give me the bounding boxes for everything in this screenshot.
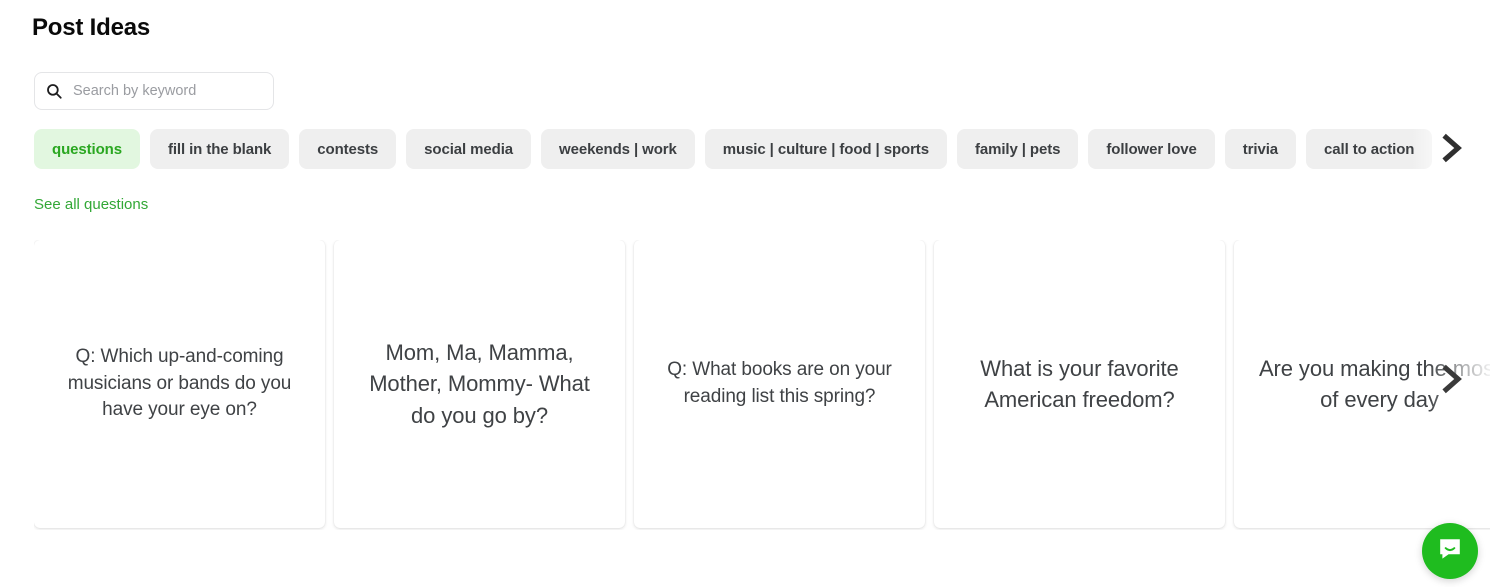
search-icon (45, 82, 73, 100)
search-box[interactable] (34, 72, 274, 110)
post-idea-cards-row[interactable]: Q: Which up-and-coming musicians or band… (34, 240, 1490, 530)
page-title: Post Ideas (32, 14, 151, 41)
filter-chip[interactable]: contests (299, 129, 397, 169)
post-idea-card-text: Q: Which up-and-coming musicians or band… (67, 345, 292, 421)
filter-chip[interactable]: music | culture | food | sports (704, 129, 947, 169)
chat-launcher-button[interactable] (1422, 523, 1478, 579)
post-idea-card[interactable]: Q: Which up-and-coming musicians or band… (34, 240, 325, 528)
filter-chips-row[interactable]: questions fill in the blank contests social… (34, 128, 1490, 170)
post-idea-card[interactable]: What is your favorite American freedom? (934, 240, 1225, 528)
filter-chip[interactable]: call to action (1306, 129, 1433, 169)
filter-chip[interactable]: questions (34, 129, 140, 169)
filter-chip[interactable]: social media (406, 129, 532, 169)
see-all-questions-link[interactable]: See all questions (34, 195, 148, 215)
chat-bubble-icon (1436, 535, 1464, 568)
filter-chip[interactable]: fill in the blank (149, 129, 290, 169)
cards-next-chevron-right-icon[interactable] (1434, 362, 1468, 398)
filter-chip[interactable]: weekends | work (541, 129, 695, 169)
filter-chip[interactable]: follower love (1088, 129, 1215, 169)
search-input[interactable] (73, 83, 263, 99)
chips-next-chevron-right-icon[interactable] (1434, 131, 1468, 167)
post-idea-card[interactable]: Mom, Ma, Mamma, Mother, Mommy- What do y… (334, 240, 625, 528)
filter-chip[interactable]: trivia (1224, 129, 1297, 169)
post-idea-card[interactable]: Q: What books are on your reading list t… (634, 240, 925, 528)
post-idea-card-text: What is your favorite American freedom? (980, 355, 1179, 412)
post-idea-card-text: Mom, Ma, Mamma, Mother, Mommy- What do y… (369, 340, 590, 428)
post-idea-card-text: Q: What books are on your reading list t… (667, 359, 892, 407)
filter-chip[interactable]: family | pets (956, 129, 1079, 169)
